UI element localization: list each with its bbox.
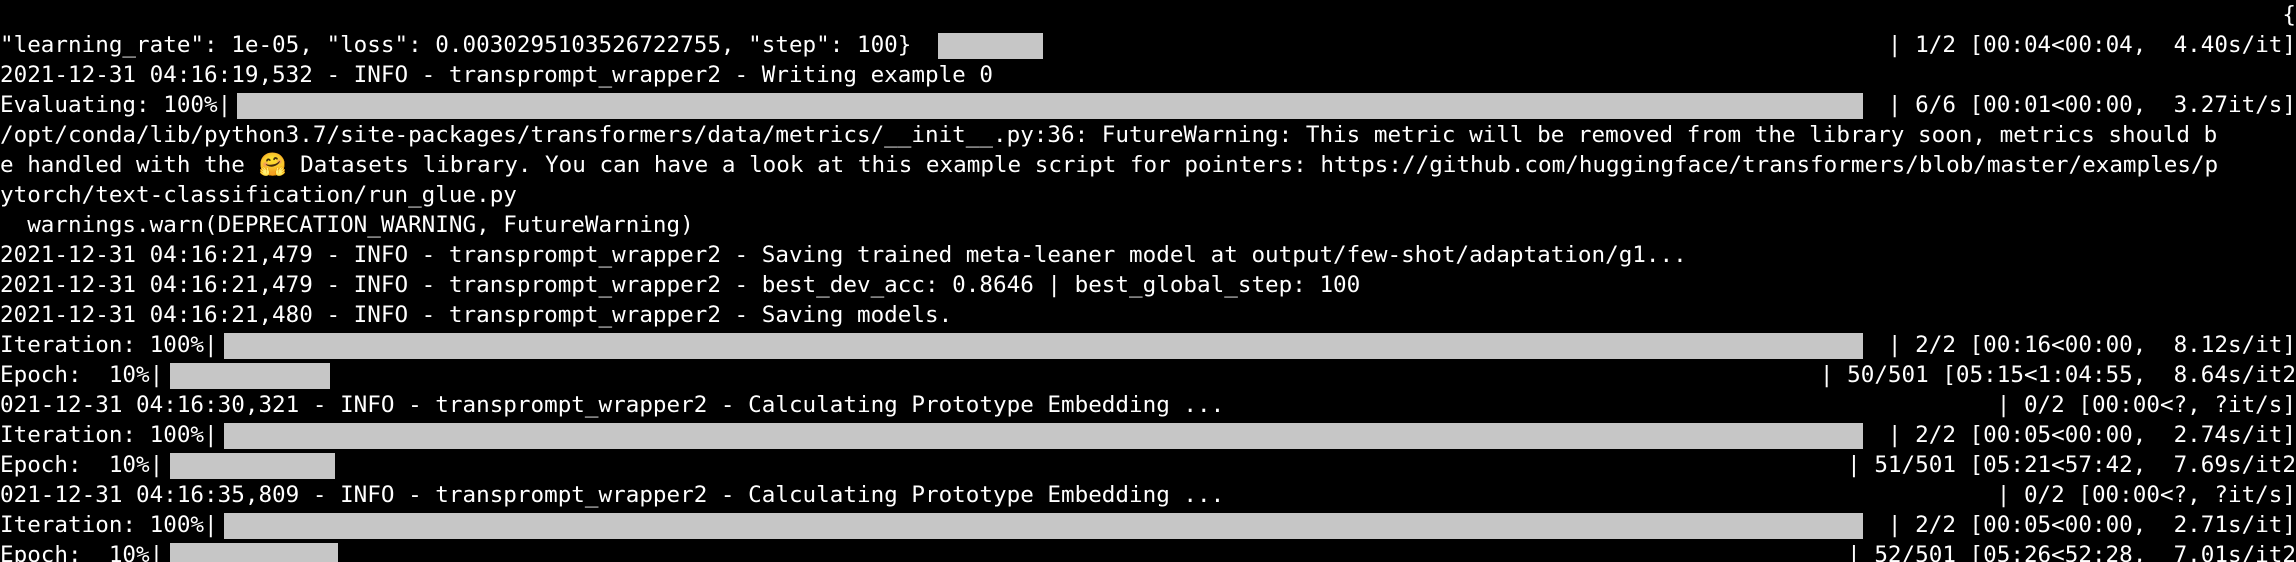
terminal-line: Evaluating: 100%| | 6/6 [00:01<00:00, 3.… xyxy=(0,90,2296,120)
warning-call-text: warnings.warn(DEPRECATION_WARNING, Futur… xyxy=(0,212,694,238)
log-line: 2021-12-31 04:16:19,532 - INFO - transpr… xyxy=(0,62,993,88)
iteration-progress-bar xyxy=(224,513,1863,539)
training-log-text: "learning_rate": 1e-05, "loss": 0.003029… xyxy=(0,32,912,58)
log-line: 021-12-31 04:16:30,321 - INFO - transpro… xyxy=(0,392,1225,418)
log-line: 2021-12-31 04:16:21,479 - INFO - transpr… xyxy=(0,272,1361,298)
epoch-progress-bar xyxy=(170,363,330,389)
log-line: 2021-12-31 04:16:21,480 - INFO - transpr… xyxy=(0,302,953,328)
iteration-label: Iteration: 100%| xyxy=(0,422,218,448)
terminal-line: 2021-12-31 04:16:21,479 - INFO - transpr… xyxy=(0,240,2296,270)
evaluating-label: Evaluating: 100%| xyxy=(0,92,232,118)
terminal-line: e handled with the 🤗 Datasets library. Y… xyxy=(0,150,2296,180)
progress-stats: | 2/2 [00:05<00:00, 2.74s/it] xyxy=(1887,422,2296,448)
terminal-line: "learning_rate": 1e-05, "loss": 0.003029… xyxy=(0,30,2296,60)
epoch-progress-bar xyxy=(170,543,338,562)
iteration-progress-bar xyxy=(224,423,1863,449)
terminal-line: Iteration: 100%| | 2/2 [00:05<00:00, 2.7… xyxy=(0,420,2296,450)
epoch-label: Epoch: 10%| xyxy=(0,452,164,478)
progress-stats: | 1/2 [00:04<00:04, 4.40s/it] xyxy=(1887,32,2296,58)
terminal-line: warnings.warn(DEPRECATION_WARNING, Futur… xyxy=(0,210,2296,240)
terminal-line: 2021-12-31 04:16:21,479 - INFO - transpr… xyxy=(0,270,2296,300)
warning-text: e handled with the 🤗 Datasets library. Y… xyxy=(0,152,2219,178)
iteration-progress-bar xyxy=(938,33,1043,59)
terminal-line: /opt/conda/lib/python3.7/site-packages/t… xyxy=(0,120,2296,150)
terminal-line: 2021-12-31 04:16:21,480 - INFO - transpr… xyxy=(0,300,2296,330)
log-line: 2021-12-31 04:16:21,479 - INFO - transpr… xyxy=(0,242,1687,268)
evaluating-progress-bar xyxy=(237,93,1863,119)
progress-stats: | 2/2 [00:16<00:00, 8.12s/it] xyxy=(1887,332,2296,358)
progress-stats: | 52/501 [05:26<52:28, 7.01s/it2 xyxy=(1847,542,2296,562)
terminal-line: Iteration: 100%| | 2/2 [00:16<00:00, 8.1… xyxy=(0,330,2296,360)
warning-text: ytorch/text-classification/run_glue.py xyxy=(0,182,517,208)
terminal-line: 2021-12-31 04:16:19,532 - INFO - transpr… xyxy=(0,60,2296,90)
iteration-progress-bar xyxy=(224,333,1863,359)
terminal-line: Iteration: 100%| | 2/2 [00:05<00:00, 2.7… xyxy=(0,510,2296,540)
terminal-line: { xyxy=(0,0,2296,30)
terminal-line: Epoch: 10%| | 52/501 [05:26<52:28, 7.01s… xyxy=(0,540,2296,562)
terminal-line: ytorch/text-classification/run_glue.py xyxy=(0,180,2296,210)
terminal-line: Epoch: 10%| | 51/501 [05:21<57:42, 7.69s… xyxy=(0,450,2296,480)
progress-stats: | 6/6 [00:01<00:00, 3.27it/s] xyxy=(1887,92,2296,118)
progress-stats: | 51/501 [05:21<57:42, 7.69s/it2 xyxy=(1847,452,2296,478)
terminal-line: 021-12-31 04:16:30,321 - INFO - transpro… xyxy=(0,390,2296,420)
progress-stats: | 2/2 [00:05<00:00, 2.71s/it] xyxy=(1887,512,2296,538)
iteration-label: Iteration: 100%| xyxy=(0,332,218,358)
epoch-label: Epoch: 10%| xyxy=(0,362,164,388)
warning-text: /opt/conda/lib/python3.7/site-packages/t… xyxy=(0,122,2218,148)
brace-text: { xyxy=(2282,2,2296,28)
log-line: 021-12-31 04:16:35,809 - INFO - transpro… xyxy=(0,482,1225,508)
iteration-label: Iteration: 100%| xyxy=(0,512,218,538)
terminal-line: Epoch: 10%| | 50/501 [05:15<1:04:55, 8.6… xyxy=(0,360,2296,390)
epoch-progress-bar xyxy=(170,453,335,479)
terminal-window[interactable]: { "learning_rate": 1e-05, "loss": 0.0030… xyxy=(0,0,2296,562)
progress-stats: | 50/501 [05:15<1:04:55, 8.64s/it2 xyxy=(1819,362,2296,388)
progress-stats: | 0/2 [00:00<?, ?it/s] xyxy=(1996,392,2296,418)
terminal-line: 021-12-31 04:16:35,809 - INFO - transpro… xyxy=(0,480,2296,510)
progress-stats: | 0/2 [00:00<?, ?it/s] xyxy=(1996,482,2296,508)
epoch-label: Epoch: 10%| xyxy=(0,542,164,562)
